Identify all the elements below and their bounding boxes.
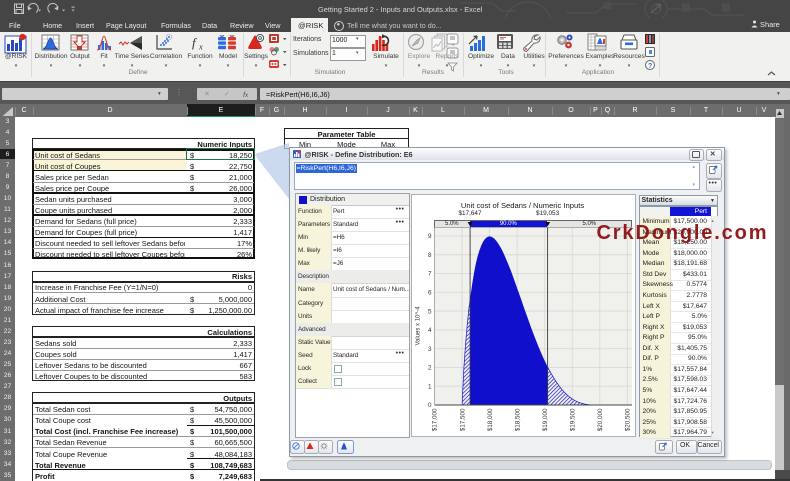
svg-text:$18,000: $18,000	[486, 408, 493, 431]
svg-text:f: f	[192, 35, 198, 50]
svg-text:1: 1	[427, 383, 431, 390]
svg-text:$18,500: $18,500	[514, 408, 521, 431]
svg-text:x: x	[198, 41, 203, 51]
svg-text:$17,500: $17,500	[459, 408, 466, 431]
svg-text:5: 5	[427, 308, 431, 315]
svg-text:Values x 10^-4: Values x 10^-4	[415, 306, 421, 346]
svg-text:$19,500: $19,500	[569, 408, 576, 431]
svg-text:6: 6	[427, 290, 431, 297]
svg-text:9: 9	[427, 233, 431, 240]
svg-text:$20,500: $20,500	[624, 408, 631, 431]
svg-text:0: 0	[427, 402, 431, 409]
svg-text:$19,000: $19,000	[541, 408, 548, 431]
svg-text:3: 3	[427, 346, 431, 353]
svg-text:7: 7	[427, 271, 431, 278]
svg-text:2: 2	[427, 365, 431, 372]
svg-text:$20,000: $20,000	[597, 408, 604, 431]
svg-text:$17,000: $17,000	[431, 408, 438, 431]
svg-text:8: 8	[427, 252, 431, 259]
svg-text:4: 4	[427, 327, 431, 334]
